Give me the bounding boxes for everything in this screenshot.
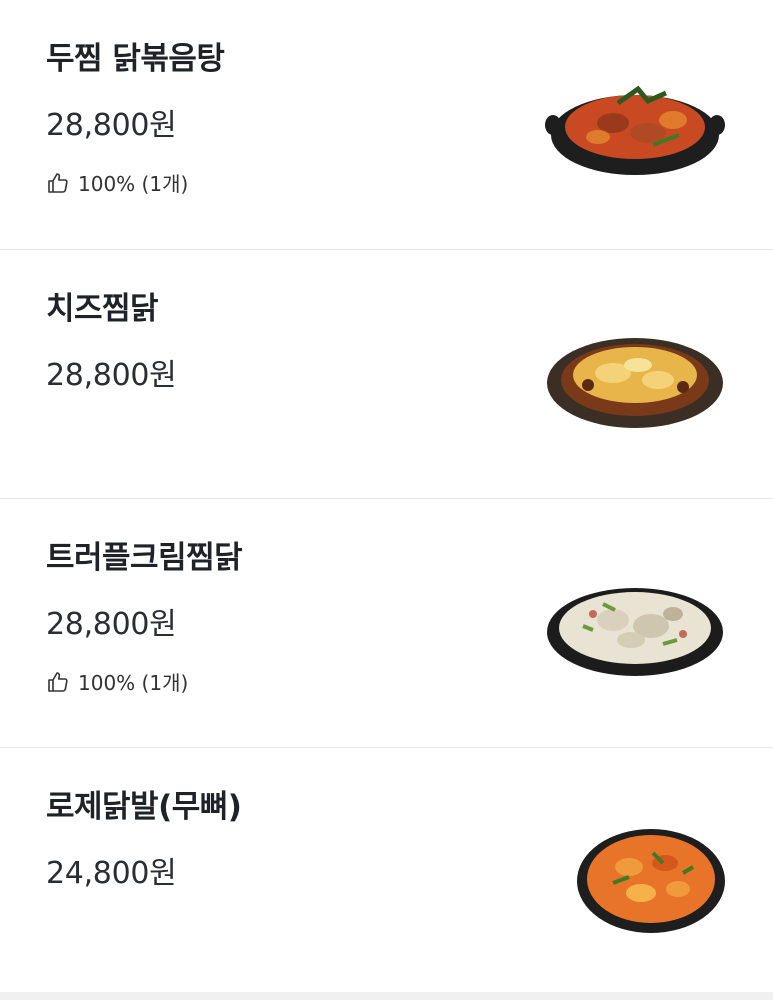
menu-item-dujjim-dakbokkeumtang[interactable]: 두찜 닭볶음탕 28,800원 100% (1개): [0, 0, 773, 249]
menu-item-rating: 100% (1개): [46, 667, 188, 696]
menu-item-name: 로제닭발(무뼈): [46, 789, 242, 825]
menu-item-name: 두찜 닭볶음탕: [46, 41, 225, 77]
menu-item-name: 치즈찜닭: [46, 291, 159, 327]
cheese-braised-chicken-dish-image: [547, 338, 723, 428]
thumbs-up-icon: [48, 172, 68, 193]
rose-chicken-feet-dish-image: [577, 829, 725, 933]
menu-list: 두찜 닭볶음탕 28,800원 100% (1개) 치즈찜닭 28,800원 트…: [0, 0, 773, 996]
menu-item-price: 28,800원: [46, 358, 177, 393]
thumbs-up-icon: [48, 671, 68, 692]
rating-text: 100% (1개): [78, 172, 189, 196]
menu-item-price: 24,800원: [46, 856, 177, 891]
menu-item-price: 28,800원: [46, 108, 177, 143]
rating-text: 100% (1개): [78, 671, 189, 695]
menu-item-price: 28,800원: [46, 607, 177, 642]
menu-item-truffle-cream-jjimdak[interactable]: 트러플크림찜닭 28,800원 100% (1개): [0, 498, 773, 747]
menu-item-name: 트러플크림찜닭: [46, 540, 243, 576]
menu-item-rose-dakbal[interactable]: 로제닭발(무뼈) 24,800원: [0, 747, 773, 996]
menu-item-cheese-jjimdak[interactable]: 치즈찜닭 28,800원: [0, 249, 773, 498]
menu-item-rating: 100% (1개): [46, 168, 188, 197]
truffle-cream-chicken-dish-image: [547, 588, 723, 676]
braised-chicken-stew-dish-image: [545, 85, 725, 175]
bottom-divider: [0, 992, 773, 1000]
